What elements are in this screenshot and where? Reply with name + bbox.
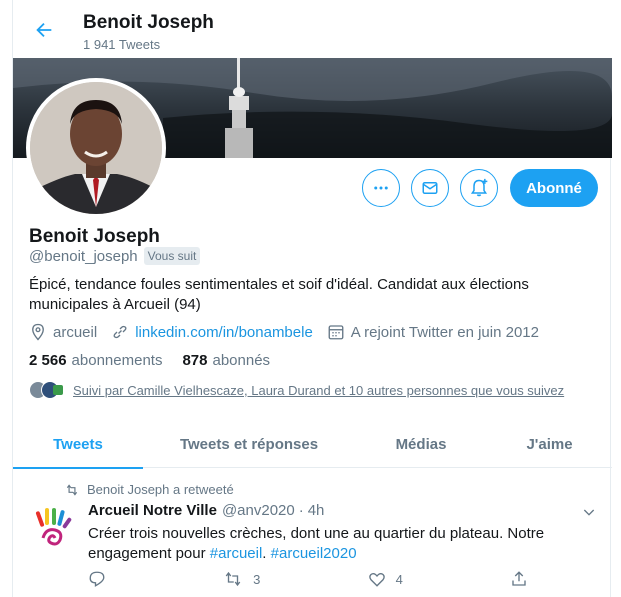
followed-by-text[interactable]: Suivi par Camille Vielhescaze, Laura Dur… (73, 383, 564, 398)
location-icon (32, 323, 44, 341)
retweet-icon (225, 571, 241, 587)
notifications-button[interactable] (460, 169, 498, 207)
profile-joined: A rejoint Twitter en juin 2012 (327, 323, 539, 341)
retweeted-by-text: Benoit Joseph a retweeté (87, 482, 234, 497)
more-options-button[interactable] (362, 169, 400, 207)
tweet-time[interactable]: 4h (308, 502, 325, 519)
hashtag-arcueil2020[interactable]: #arcueil2020 (271, 545, 357, 562)
bell-plus-icon (470, 178, 488, 197)
retweet-context[interactable]: Benoit Joseph a retweeté (65, 482, 234, 497)
tab-tweets-replies[interactable]: Tweets et réponses (143, 420, 355, 468)
back-arrow-icon[interactable] (33, 19, 55, 41)
like-button[interactable]: 4 (368, 570, 403, 588)
following-button[interactable]: Abonné (510, 169, 598, 207)
reply-button[interactable] (88, 570, 116, 588)
message-icon (422, 182, 438, 194)
message-button[interactable] (411, 169, 449, 207)
tab-likes[interactable]: J'aime (487, 420, 612, 468)
calendar-icon (328, 325, 344, 340)
profile-column: Benoit Joseph 1 941 Tweets Abonné Benoit… (12, 0, 612, 597)
reply-icon (89, 571, 105, 587)
like-icon (368, 572, 385, 587)
hashtag-arcueil[interactable]: #arcueil (210, 545, 263, 562)
tweet-dot: · (298, 502, 304, 519)
mutual-avatar (53, 385, 63, 395)
profile-handle: @benoit_joseph (29, 247, 138, 265)
retweet-button[interactable]: 3 (223, 570, 260, 588)
link-icon (113, 325, 127, 339)
follows-you-badge: Vous suit (143, 247, 201, 265)
tweet-avatar[interactable] (28, 503, 77, 552)
retweet-icon (66, 483, 78, 496)
tweet-author[interactable]: Arcueil Notre Ville (88, 502, 217, 519)
like-count: 4 (395, 571, 403, 587)
profile-header: Benoit Joseph 1 941 Tweets (13, 0, 612, 58)
chevron-down-icon[interactable] (581, 504, 597, 520)
website-link[interactable]: linkedin.com/in/bonambele (135, 324, 313, 341)
header-name: Benoit Joseph (83, 12, 214, 33)
profile-tabs: Tweets Tweets et réponses Médias J'aime (13, 420, 612, 469)
profile-meta: arcueil linkedin.com/in/bonambele A rejo… (29, 323, 553, 341)
header-tweet-count: 1 941 Tweets (83, 37, 161, 52)
share-icon (512, 571, 526, 586)
profile-avatar[interactable] (26, 78, 166, 218)
followers-count[interactable]: 878 abonnés (182, 352, 270, 369)
location-text: arcueil (53, 323, 98, 341)
tab-media[interactable]: Médias (355, 420, 487, 468)
profile-name: Benoit Joseph (29, 226, 160, 247)
profile-location: arcueil (29, 323, 97, 341)
tweet-text: Créer trois nouvelles crèches, dont une … (88, 525, 545, 562)
more-icon (374, 186, 388, 190)
tab-tweets[interactable]: Tweets (13, 420, 143, 469)
joined-text: A rejoint Twitter en juin 2012 (350, 323, 539, 341)
profile-stats: 2 566 abonnements 878 abonnés (29, 352, 290, 369)
share-button[interactable] (510, 570, 528, 588)
followed-by[interactable]: Suivi par Camille Vielhescaze, Laura Dur… (29, 381, 564, 399)
profile-bio: Épicé, tendance foules sentimentales et … (29, 276, 529, 313)
retweet-count: 3 (253, 571, 261, 587)
tweet-header: Arcueil Notre Ville @anv2020 · 4h (88, 502, 324, 519)
tweet-actions: 3 4 (88, 570, 528, 588)
tweet-handle[interactable]: @anv2020 (222, 502, 295, 519)
profile-handle-row: @benoit_joseph Vous suit (29, 247, 201, 265)
profile-website[interactable]: linkedin.com/in/bonambele (111, 323, 313, 341)
following-count[interactable]: 2 566 abonnements (29, 352, 162, 369)
